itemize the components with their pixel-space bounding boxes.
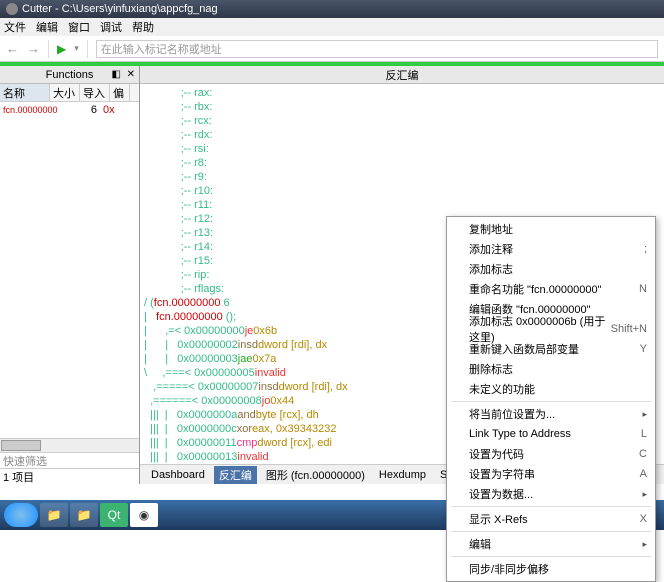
ctx--fcn-00000000-[interactable]: 重命名功能 "fcn.00000000" N — [447, 279, 655, 299]
undock-icon[interactable]: ◧ — [112, 69, 121, 80]
functions-list: fcn.00000000 6 0x — [0, 102, 139, 438]
h-scrollbar[interactable] — [0, 438, 139, 452]
menu-separator — [451, 531, 651, 532]
ctx--[interactable]: 删除标志 — [447, 359, 655, 379]
toolbar: ← → ▶ ▾ 在此输入标记名称或地址 — [0, 36, 664, 62]
col-import[interactable]: 导入 — [80, 84, 110, 101]
menu-separator — [451, 401, 651, 402]
menu-edit[interactable]: 编辑 — [36, 19, 58, 35]
ctx-shortcut: Y — [640, 343, 647, 355]
disasm-panel-header: 反汇编 — [140, 66, 664, 84]
col-name[interactable]: 名称 — [0, 84, 50, 101]
ctx-label: 将当前位设置为... — [469, 406, 555, 422]
taskbar-explorer-icon[interactable]: 📁 — [40, 503, 68, 527]
separator — [87, 40, 88, 58]
close-icon[interactable]: ✕ — [127, 69, 135, 80]
ctx--[interactable]: 添加标志 — [447, 259, 655, 279]
menu-window[interactable]: 窗口 — [68, 19, 90, 35]
ctx--[interactable]: 同步/非同步偏移 — [447, 559, 655, 579]
nav-back-icon[interactable]: ← — [6, 41, 19, 56]
dropdown-icon[interactable]: ▾ — [74, 43, 79, 54]
ctx-shortcut: N — [639, 283, 647, 295]
ctx-shortcut: L — [641, 428, 647, 440]
app-icon — [6, 3, 18, 15]
ctx-label: 重新键入函数局部变量 — [469, 341, 579, 357]
ctx--[interactable]: 设置为字符串 A — [447, 464, 655, 484]
functions-panel-header: Functions ◧ ✕ — [0, 66, 139, 84]
menu-help[interactable]: 帮助 — [132, 19, 154, 35]
col-size[interactable]: 大小 — [50, 84, 80, 101]
ctx-label: 设置为数据... — [469, 486, 533, 502]
menu-separator — [451, 556, 651, 557]
address-placeholder: 在此输入标记名称或地址 — [101, 44, 222, 56]
menu-bar: 文件 编辑 窗口 调试 帮助 — [0, 18, 664, 36]
ctx-shortcut: A — [640, 468, 647, 480]
context-menu: 复制地址添加注释;添加标志重命名功能 "fcn.00000000"N编辑函数 "… — [446, 216, 656, 582]
ctx--[interactable]: 添加注释; — [447, 239, 655, 259]
col-offset[interactable]: 偏 — [110, 84, 130, 101]
status-item-count: 1 项目 — [0, 468, 139, 484]
ctx-label: 设置为字符串 — [469, 466, 535, 482]
fn-size: 6 — [70, 104, 100, 116]
functions-title: Functions — [46, 69, 94, 81]
ctx--x-refs[interactable]: 显示 X-Refs X — [447, 509, 655, 529]
fn-offset: 0x — [100, 104, 120, 116]
nav-forward-icon[interactable]: → — [27, 41, 40, 56]
ctx-link-type-to-address[interactable]: Link Type to Address L — [447, 424, 655, 444]
run-icon[interactable]: ▶ — [57, 42, 66, 56]
window-title: Cutter - C:\Users\yinfuxiang\appcfg_nag — [22, 3, 218, 15]
quick-filter-input[interactable]: 快速筛选 — [0, 452, 139, 468]
ctx-label: 设置为代码 — [469, 446, 524, 462]
ctx-label: Link Type to Address — [469, 428, 571, 440]
functions-columns: 名称 大小 导入 偏 — [0, 84, 139, 102]
ctx--[interactable]: 复制地址 — [447, 219, 655, 239]
ctx-label: 显示 X-Refs — [469, 511, 528, 527]
ctx-label: 复制地址 — [469, 221, 513, 237]
ctx--[interactable]: 设置为数据... — [447, 484, 655, 504]
ctx-label: 编辑 — [469, 536, 491, 552]
menu-separator — [451, 506, 651, 507]
ctx-label: 删除标志 — [469, 361, 513, 377]
window-titlebar: Cutter - C:\Users\yinfuxiang\appcfg_nag — [0, 0, 664, 18]
ctx--[interactable]: 重新键入函数局部变量 Y — [447, 339, 655, 359]
tab--fcn-00000000-[interactable]: 图形 (fcn.00000000) — [261, 466, 370, 484]
address-input[interactable]: 在此输入标记名称或地址 — [96, 40, 658, 58]
ctx-label: 未定义的功能 — [469, 381, 535, 397]
disasm-title: 反汇编 — [386, 67, 419, 83]
start-button[interactable] — [4, 503, 38, 527]
menu-file[interactable]: 文件 — [4, 19, 26, 35]
ctx-label: 添加标志 — [469, 261, 513, 277]
tab-hexdump[interactable]: Hexdump — [374, 468, 431, 482]
tab--[interactable]: 反汇编 — [214, 466, 257, 484]
tab-dashboard[interactable]: Dashboard — [146, 468, 210, 482]
ctx-shortcut: C — [639, 448, 647, 460]
ctx-shortcut: X — [640, 513, 647, 525]
separator — [48, 40, 49, 58]
ctx--0x0000006b-[interactable]: 添加标志 0x0000006b (用于这里)Shift+N — [447, 319, 655, 339]
ctx--[interactable]: 设置为代码 C — [447, 444, 655, 464]
ctx--[interactable]: 未定义的功能 — [447, 379, 655, 399]
ctx-label: 添加注释 — [469, 241, 513, 257]
taskbar-qt-icon[interactable]: Qt — [100, 503, 128, 527]
ctx-label: 重命名功能 "fcn.00000000" — [469, 281, 602, 297]
ctx-shortcut: ; — [644, 243, 647, 255]
menu-debug[interactable]: 调试 — [100, 19, 122, 35]
ctx-shortcut: Shift+N — [611, 323, 647, 335]
taskbar-cutter-icon[interactable]: ◉ — [130, 503, 158, 527]
ctx--[interactable]: 编辑 — [447, 534, 655, 554]
ctx--[interactable]: 将当前位设置为... — [447, 404, 655, 424]
taskbar-folder-icon[interactable]: 📁 — [70, 503, 98, 527]
function-row[interactable]: fcn.00000000 6 0x — [0, 102, 139, 118]
fn-name: fcn.00000000 — [0, 105, 70, 115]
ctx-label: 同步/非同步偏移 — [469, 561, 549, 577]
